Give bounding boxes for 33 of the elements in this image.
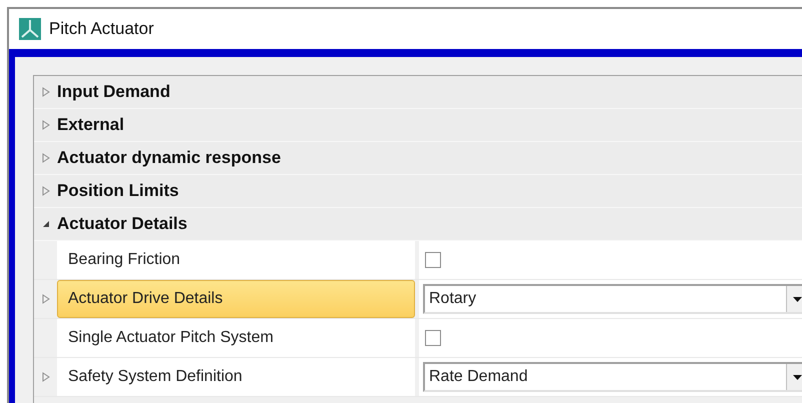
collapsed-triangle-icon[interactable] <box>42 186 50 196</box>
checkbox[interactable] <box>425 330 441 346</box>
dropdown-value: Rate Demand <box>428 367 529 387</box>
property-name[interactable]: Bearing Friction <box>57 241 415 279</box>
dropdown[interactable]: Rotary <box>423 284 802 314</box>
window-title: Pitch Actuator <box>49 18 154 40</box>
caret-down-icon <box>793 296 802 302</box>
category-label: Position Limits <box>57 180 179 202</box>
collapsed-triangle-icon[interactable] <box>42 120 50 130</box>
category-header[interactable]: Input Demand <box>34 76 802 109</box>
property-name[interactable]: Actuator Drive Details <box>57 280 415 318</box>
dropdown-arrow-button[interactable] <box>786 286 802 312</box>
checkbox[interactable] <box>425 252 441 268</box>
category-label: Actuator Details <box>57 213 188 236</box>
collapsed-triangle-icon[interactable] <box>42 372 50 382</box>
property-name[interactable]: Safety System Definition <box>57 358 415 396</box>
category-header[interactable]: Position Limits <box>34 175 802 208</box>
category-label: Actuator dynamic response <box>57 147 281 170</box>
collapsed-triangle-icon[interactable] <box>42 294 50 304</box>
dropdown-arrow-button[interactable] <box>786 364 802 390</box>
category-header[interactable]: External <box>34 109 802 142</box>
expanded-triangle-icon[interactable] <box>42 220 50 228</box>
category-label: External <box>57 114 124 136</box>
dropdown[interactable]: Rate Demand <box>423 362 802 392</box>
caret-down-icon <box>793 374 802 380</box>
turbine-logo-icon <box>19 18 41 40</box>
category-header[interactable]: Actuator dynamic response <box>34 142 802 175</box>
collapsed-triangle-icon[interactable] <box>42 153 50 163</box>
property-name[interactable]: Single Actuator Pitch System <box>57 319 415 357</box>
collapsed-triangle-icon[interactable] <box>42 87 50 97</box>
category-label: Input Demand <box>57 81 170 104</box>
dropdown-value: Rotary <box>428 289 478 309</box>
category-header[interactable]: Actuator Details <box>34 208 802 241</box>
